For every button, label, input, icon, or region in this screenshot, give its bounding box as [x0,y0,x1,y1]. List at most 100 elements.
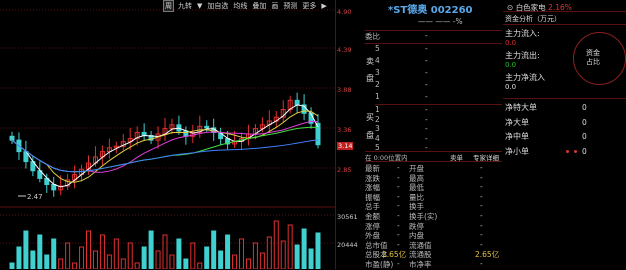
quote-value: - [397,220,400,230]
toolbar-forecast-button[interactable]: 预测 [282,1,298,11]
quote-value: - [397,163,400,172]
quote-info-row: 总市值 - 流通值 - [365,240,502,250]
sell-level: 2 [375,80,380,89]
dot-red-icon [574,150,577,153]
order-size-value: 0 [582,132,587,141]
quote-value: - [480,259,483,268]
quote-info-row: 涨幅 - 最低 - [365,182,502,192]
quote-info-row: 总股本 2.65亿 流通股 2.65亿 [365,249,502,259]
quote-info-row: 外盘 - 内盘 - [365,230,502,240]
volume-bar [294,244,300,269]
volume-bar [30,250,36,269]
toolbar-more-button[interactable]: 更多 [301,1,317,11]
fund-flow-label: 主力净流入 [505,73,545,82]
divider [503,24,626,25]
order-size-label: 净大单 [505,117,529,127]
quote-value: - [397,259,400,268]
quote-info-row: 最新 - 开盘 - [365,163,502,173]
volume-tick: 30561 [337,213,358,221]
buy-price: - [425,105,428,114]
sell-price: - [425,92,428,101]
volume-bar [134,262,140,269]
quote-value: - [397,239,400,249]
quote-value: - [480,172,483,182]
volume-bar [120,258,126,269]
fund-analysis-header[interactable]: 资金分析（万元） [505,14,561,24]
volume-bar [92,250,98,269]
volume-bar [16,246,22,269]
toolbar-add-watchlist-button[interactable]: 加自选 [206,1,229,11]
sell-row-2[interactable]: 2- [375,80,512,92]
volume-bar [23,230,29,269]
volume-bar [190,242,196,269]
toolbar-arrow-icon[interactable]: ▶ [320,2,327,10]
volume-bar [245,258,251,269]
toolbar-draw-button[interactable]: 画 [270,1,279,11]
stock-title: *ST德奥 002260 [388,5,473,16]
price-tick: 2.85 [337,166,352,174]
buy-level: 3 [375,124,380,133]
moving-average-line [11,104,319,188]
sell-row-4[interactable]: 4- [375,56,512,68]
quote-info-row: 金额 - 换手(实) - [365,211,502,221]
kline-chart-pane[interactable]: 2.47 周 九转 ▼ 加自选 均线 叠加 画 预测 更多 ▶ [0,0,335,269]
divider [503,11,626,12]
price-change-placeholder: —— —— -% [418,17,463,26]
chart-toolbar: 周 九转 ▼ 加自选 均线 叠加 画 预测 更多 ▶ [163,0,328,12]
sell-level: 5 [375,44,380,53]
quote-value: - [480,211,483,220]
volume-bar [44,254,50,269]
volume-bar [232,254,238,269]
volume-bar [266,236,272,269]
order-size-label: 净特大单 [505,103,537,112]
volume-bar [58,258,64,269]
sell-row-3[interactable]: 3- [375,68,512,80]
volume-bar [86,230,91,269]
sell-side-label: 卖 [366,57,374,66]
quote-value: - [397,191,400,201]
quote-value: - [480,201,483,211]
toolbar-dropdown-icon[interactable]: ▼ [196,2,203,10]
volume-bar [106,254,112,269]
sell-level: 1 [375,92,380,101]
dot-red-icon [566,150,569,153]
pane-separator [335,0,336,269]
toolbar-overlay-button[interactable]: 叠加 [251,1,267,11]
volume-bar [287,224,293,269]
fund-flow-label: 主力流入: [505,29,540,38]
quote-value: - [480,239,483,249]
divider [503,98,626,99]
sell-row-1[interactable]: 1- [375,92,512,104]
buy-price: - [425,133,428,143]
volume-bar [315,232,321,269]
volume-bar [99,234,105,269]
volume-bar [65,242,71,269]
order-size-value: 0 [582,117,587,127]
volume-bar [280,240,286,269]
volume-bar [259,252,265,269]
volume-bar [183,258,189,269]
fund-flow-value: 0.0 [505,83,517,91]
candle-body [204,125,210,129]
order-ratio-row: 委比 - [365,31,502,43]
buy-price: - [425,114,428,124]
sell-price: - [425,68,428,77]
volume-bar [127,242,133,269]
sell-side-label-2: 盘 [366,74,374,83]
price-tick: 3.36 [337,126,352,134]
volume-bar [162,234,168,269]
toolbar-ma-button[interactable]: 均线 [232,1,248,11]
order-size-value: 0 [582,103,587,112]
sell-row-5[interactable]: 5- [375,44,512,56]
quote-value: - [480,191,483,201]
toolbar-indicator-button[interactable]: 九转 [177,1,193,11]
toolbar-period-button[interactable]: 周 [163,0,174,12]
order-size-label: 净中单 [505,132,529,141]
moving-average-line [11,139,319,173]
candle-body [51,184,57,191]
volume-bar [204,246,210,269]
quote-value: - [397,172,400,182]
quote-info-row: 涨停 - 跌停 - [365,221,502,231]
quote-value: - [480,230,483,240]
quote-label: 市净率 [409,260,432,269]
